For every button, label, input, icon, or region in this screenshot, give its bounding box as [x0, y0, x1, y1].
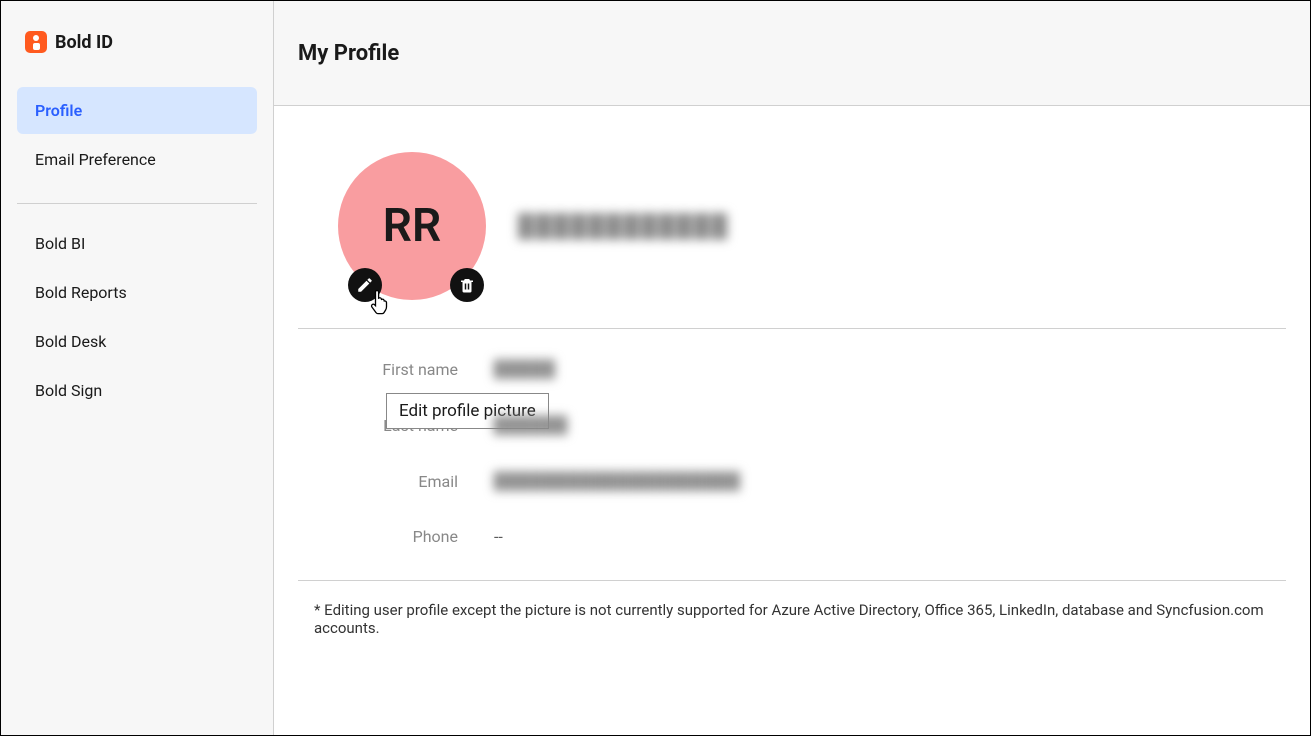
sidebar-divider [17, 203, 257, 204]
profile-fields: First name █████ Last name ██████ Email … [298, 329, 1286, 581]
page-header: My Profile [274, 1, 1310, 106]
trash-icon [458, 276, 476, 294]
sidebar-item-label: Bold Sign [35, 381, 102, 400]
sidebar-item-profile[interactable]: Profile [17, 87, 257, 134]
field-label: Email [338, 472, 458, 491]
pencil-icon [356, 276, 374, 294]
brand-name: Bold ID [55, 32, 113, 53]
field-value: █████ [494, 359, 556, 379]
field-label: First name [338, 360, 458, 379]
sidebar-item-label: Email Preference [35, 150, 156, 169]
edit-avatar-button[interactable] [348, 268, 382, 302]
bold-logo-icon [25, 31, 47, 53]
main: My Profile RR ████████████ Edit [274, 1, 1310, 735]
field-email: Email ████████████████████ [338, 471, 1246, 491]
field-value: -- [494, 527, 503, 546]
avatar-wrap: RR [338, 152, 486, 300]
avatar-initials: RR [383, 199, 441, 253]
field-first-name: First name █████ [338, 359, 1246, 379]
page-title: My Profile [298, 41, 399, 66]
sidebar-item-label: Profile [35, 101, 82, 120]
sidebar: Bold ID Profile Email Preference Bold BI… [1, 1, 274, 735]
profile-header: RR ████████████ [298, 146, 1286, 329]
sidebar-item-label: Bold BI [35, 234, 85, 253]
field-phone: Phone -- [338, 527, 1246, 546]
brand-logo[interactable]: Bold ID [17, 25, 257, 59]
sidebar-item-bold-bi[interactable]: Bold BI [17, 220, 257, 267]
footer-note: * Editing user profile except the pictur… [298, 581, 1286, 637]
profile-display-name: ████████████ [518, 213, 729, 239]
content: RR ████████████ Edit profile picture Fir… [274, 106, 1310, 735]
sidebar-item-bold-sign[interactable]: Bold Sign [17, 367, 257, 414]
field-value: ████████████████████ [494, 471, 741, 491]
field-label: Phone [338, 527, 458, 546]
sidebar-item-label: Bold Desk [35, 332, 106, 351]
sidebar-item-label: Bold Reports [35, 283, 127, 302]
sidebar-item-bold-desk[interactable]: Bold Desk [17, 318, 257, 365]
sidebar-item-bold-reports[interactable]: Bold Reports [17, 269, 257, 316]
field-value: ██████ [494, 415, 568, 435]
sidebar-item-email-preference[interactable]: Email Preference [17, 136, 257, 183]
delete-avatar-button[interactable] [450, 268, 484, 302]
